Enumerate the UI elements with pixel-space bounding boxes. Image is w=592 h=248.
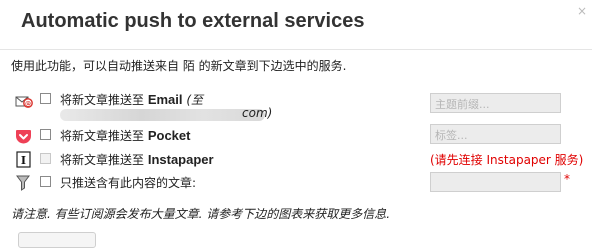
subject-prefix-input[interactable]: 主题前缀... <box>430 93 561 113</box>
instapaper-icon: I <box>15 151 33 169</box>
close-icon[interactable]: × <box>577 4 587 18</box>
pocket-label: 将新文章推送至 Pocket <box>60 128 191 143</box>
required-marker: * <box>564 172 570 186</box>
intro-text: 使用此功能，可以自动推送来自 陌 的新文章到下边选中的服务. <box>11 59 347 73</box>
email-icon: @ <box>15 91 33 109</box>
redacted-email-address <box>60 109 265 121</box>
pocket-checkbox[interactable] <box>40 129 51 140</box>
volume-warning-note: 请注意. 有些订阅源会发布大量文章. 请参考下边的图表来获取更多信息. <box>11 207 391 221</box>
instapaper-label: 将新文章推送至 Instapaper <box>60 152 214 167</box>
instapaper-checkbox <box>40 153 51 164</box>
svg-text:@: @ <box>25 101 31 108</box>
filter-keyword-input[interactable] <box>430 172 561 192</box>
push-services-dialog: Automatic push to external services × 使用… <box>0 0 592 248</box>
email-checkbox[interactable] <box>40 93 51 104</box>
pocket-icon <box>15 127 33 145</box>
dialog-header: Automatic push to external services × <box>0 0 592 50</box>
instapaper-connect-message[interactable]: (请先连接 Instapaper 服务) <box>430 151 583 168</box>
footer-button[interactable] <box>18 232 96 248</box>
email-label: 将新文章推送至 Email (至 <box>60 92 204 107</box>
svg-text:I: I <box>21 154 26 167</box>
email-label-continuation: com) <box>242 106 273 120</box>
filter-icon <box>15 174 33 192</box>
pocket-tags-input[interactable]: 标签... <box>430 124 561 144</box>
filter-checkbox[interactable] <box>40 176 51 187</box>
dialog-title: Automatic push to external services <box>21 10 365 32</box>
filter-label: 只推送含有此内容的文章: <box>60 176 197 190</box>
